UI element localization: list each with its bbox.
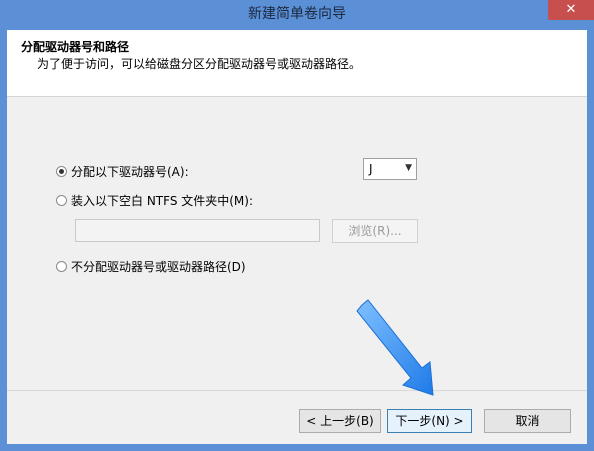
folder-path-input[interactable] <box>75 219 320 242</box>
page-title: 分配驱动器号和路径 <box>21 40 130 54</box>
radio-button[interactable] <box>56 260 67 272</box>
wizard-header: 分配驱动器号和路径 为了便于访问，可以给磁盘分区分配驱动器号或驱动器路径。 <box>7 30 587 97</box>
radio-mount-folder[interactable]: 装入以下空白 NTFS 文件夹中(M): <box>56 192 253 208</box>
close-icon: ✕ <box>565 2 577 17</box>
wizard-window: 新建简单卷向导 ✕ 分配驱动器号和路径 为了便于访问，可以给磁盘分区分配驱动器号… <box>0 0 594 451</box>
next-button[interactable]: 下一步(N) > <box>387 409 472 433</box>
back-button[interactable]: < 上一步(B) <box>299 409 381 433</box>
window-title: 新建简单卷向导 <box>248 6 346 22</box>
radio-assign-letter[interactable]: 分配以下驱动器号(A): <box>56 163 189 179</box>
cancel-button[interactable]: 取消 <box>484 409 571 433</box>
title-bar[interactable]: 新建简单卷向导 ✕ <box>0 0 594 30</box>
chevron-down-icon: ▼ <box>405 163 412 173</box>
page-description: 为了便于访问，可以给磁盘分区分配驱动器号或驱动器路径。 <box>37 57 362 71</box>
drive-letter-value: J <box>369 162 373 176</box>
wizard-footer: < 上一步(B) 下一步(N) > 取消 <box>7 390 587 445</box>
drive-letter-select[interactable]: J ▼ <box>363 158 417 180</box>
radio-button[interactable] <box>56 194 67 206</box>
radio-no-assign-label: 不分配驱动器号或驱动器路径(D) <box>71 259 246 274</box>
radio-assign-letter-label: 分配以下驱动器号(A): <box>71 164 189 179</box>
browse-button[interactable]: 浏览(R)... <box>332 219 418 243</box>
close-button[interactable]: ✕ <box>548 0 594 20</box>
dialog-body: 分配驱动器号和路径 为了便于访问，可以给磁盘分区分配驱动器号或驱动器路径。 分配… <box>7 30 587 444</box>
radio-button-checked[interactable] <box>56 165 67 177</box>
radio-mount-folder-label: 装入以下空白 NTFS 文件夹中(M): <box>71 193 254 208</box>
radio-no-assign[interactable]: 不分配驱动器号或驱动器路径(D) <box>56 258 246 274</box>
